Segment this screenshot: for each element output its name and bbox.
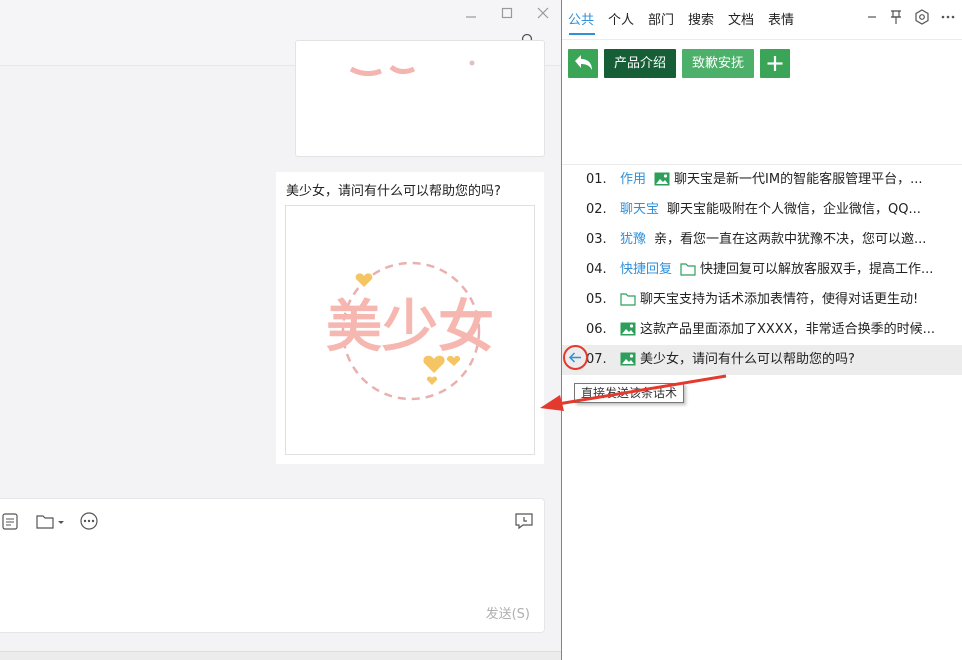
tab-documents[interactable]: 文档 bbox=[728, 9, 754, 28]
status-bar bbox=[0, 651, 561, 660]
previous-image-message[interactable] bbox=[295, 40, 545, 157]
item-number: 01. bbox=[586, 172, 607, 187]
more-icon[interactable] bbox=[940, 9, 956, 25]
category-tabs: 公共 个人 部门 搜索 文档 表情 bbox=[562, 0, 962, 40]
folder-icon bbox=[680, 263, 696, 276]
list-item[interactable]: 05. 聊天宝支持为话术添加表情符，使得对话更生动! bbox=[562, 285, 962, 315]
image-icon bbox=[654, 172, 670, 186]
item-text: 快捷回复可以解放客服双手，提高工作... bbox=[700, 262, 934, 277]
direct-send-button[interactable] bbox=[563, 345, 588, 370]
item-tag: 快捷回复 bbox=[620, 262, 673, 277]
chat-window: 美少女，请问有什么可以帮助您的吗? 美少女 发送(S) bbox=[0, 0, 562, 660]
tab-personal[interactable]: 个人 bbox=[608, 9, 634, 28]
beauty-sticker-image: 美少女 bbox=[326, 261, 494, 401]
list-item[interactable]: 06. 这款产品里面添加了XXXX，非常适合换季的时候... bbox=[562, 315, 962, 345]
add-category-button[interactable] bbox=[760, 49, 790, 78]
item-text: 聊天宝是新一代IM的智能客服管理平台，... bbox=[674, 172, 923, 187]
sticker-text: 美少女 bbox=[326, 295, 494, 360]
back-button[interactable] bbox=[568, 49, 598, 78]
folder-dropdown-icon[interactable] bbox=[35, 511, 67, 531]
image-fragment bbox=[349, 60, 475, 77]
image-icon bbox=[620, 352, 636, 366]
chat-record-icon[interactable] bbox=[514, 511, 534, 531]
apology-button[interactable]: 致歉安抚 bbox=[682, 49, 754, 78]
item-number: 05. bbox=[586, 292, 607, 307]
item-tag: 聊天宝 bbox=[620, 202, 660, 217]
close-icon[interactable] bbox=[536, 6, 550, 20]
active-tab-indicator bbox=[569, 33, 595, 35]
list-item-selected[interactable]: 07. 美少女，请问有什么可以帮助您的吗? bbox=[562, 345, 962, 375]
message-bubble[interactable]: 美少女，请问有什么可以帮助您的吗? 美少女 bbox=[276, 172, 544, 464]
tab-search[interactable]: 搜索 bbox=[688, 9, 714, 28]
minimize-icon[interactable] bbox=[464, 6, 478, 20]
list-item[interactable]: 03. 犹豫 亲，看您一直在这两款中犹豫不决，您可以邀... bbox=[562, 225, 962, 255]
item-text: 聊天宝支持为话术添加表情符，使得对话更生动! bbox=[640, 292, 919, 307]
image-icon bbox=[620, 322, 636, 336]
reply-list: 01. 作用 聊天宝是新一代IM的智能客服管理平台，... 02. 聊天宝 聊天宝能… bbox=[562, 164, 962, 375]
item-number: 07. bbox=[586, 352, 607, 367]
send-button[interactable]: 发送(S) bbox=[486, 603, 530, 622]
item-text: 美少女，请问有什么可以帮助您的吗? bbox=[640, 352, 855, 367]
item-text: 亲，看您一直在这两款中犹豫不决，您可以邀... bbox=[654, 232, 927, 247]
tab-public[interactable]: 公共 bbox=[568, 9, 594, 28]
list-item[interactable]: 01. 作用 聊天宝是新一代IM的智能客服管理平台，... bbox=[562, 165, 962, 195]
quick-text-icon[interactable] bbox=[1, 511, 19, 531]
list-item[interactable]: 04. 快捷回复 快捷回复可以解放客服双手，提高工作... bbox=[562, 255, 962, 285]
settings-icon[interactable] bbox=[914, 9, 930, 25]
minimize-panel-icon[interactable] bbox=[864, 9, 880, 25]
item-number: 03. bbox=[586, 232, 607, 247]
item-tag: 犹豫 bbox=[620, 232, 647, 247]
plus-icon bbox=[767, 56, 783, 71]
pin-icon[interactable] bbox=[888, 9, 904, 25]
tooltip: 直接发送该条话术 bbox=[574, 383, 685, 403]
tab-department[interactable]: 部门 bbox=[648, 9, 674, 28]
arrow-left-icon bbox=[568, 352, 581, 363]
message-text: 美少女，请问有什么可以帮助您的吗? bbox=[286, 184, 501, 199]
more-options-icon[interactable] bbox=[79, 511, 99, 531]
list-item[interactable]: 02. 聊天宝 聊天宝能吸附在个人微信，企业微信，QQ... bbox=[562, 195, 962, 225]
message-input-area[interactable]: 发送(S) bbox=[0, 498, 545, 633]
item-text: 聊天宝能吸附在个人微信，企业微信，QQ... bbox=[667, 202, 921, 217]
tab-emoji[interactable]: 表情 bbox=[768, 9, 794, 28]
quick-reply-panel: 公共 个人 部门 搜索 文档 表情 产品介绍 致歉安抚 01. 作用 聊天宝是新一… bbox=[562, 0, 962, 660]
item-number: 04. bbox=[586, 262, 607, 277]
maximize-icon[interactable] bbox=[500, 6, 514, 20]
item-number: 02. bbox=[586, 202, 607, 217]
product-intro-button[interactable]: 产品介绍 bbox=[604, 49, 676, 78]
item-text: 这款产品里面添加了XXXX，非常适合换季的时候... bbox=[640, 322, 936, 337]
message-image[interactable]: 美少女 bbox=[285, 205, 535, 455]
item-tag: 作用 bbox=[620, 172, 647, 187]
back-arrow-icon bbox=[575, 55, 592, 70]
item-number: 06. bbox=[586, 322, 607, 337]
folder-icon bbox=[620, 293, 636, 306]
